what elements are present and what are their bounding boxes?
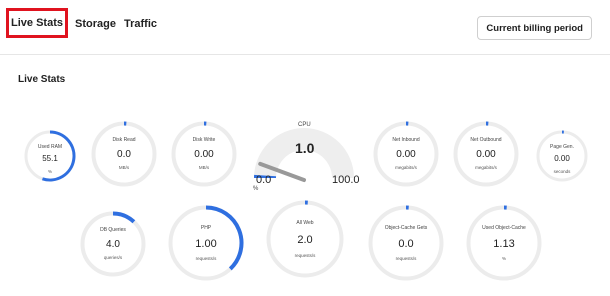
db-queries-arc bbox=[112, 211, 136, 224]
php-unit: requests/s bbox=[195, 256, 217, 261]
disk-read-value: 0.0 bbox=[117, 149, 131, 160]
disk-write-label: Disk Write bbox=[192, 137, 216, 143]
used-ram-value: 55.1 bbox=[42, 154, 58, 163]
used-object-cache-value: 1.13 bbox=[493, 238, 515, 250]
used-ram-gauge: Used RAM 55.1 % bbox=[24, 130, 76, 182]
tab-bar: Live Stats Storage Traffic Current billi… bbox=[0, 0, 610, 55]
php-value: 1.00 bbox=[195, 238, 217, 250]
php-label: PHP bbox=[200, 225, 212, 231]
cpu-unit: % bbox=[253, 186, 259, 192]
disk-write-unit: MB/s bbox=[198, 165, 210, 170]
object-cache-gets-value: 0.0 bbox=[398, 238, 414, 250]
used-object-cache-label: Used Object-Cache bbox=[482, 225, 526, 231]
all-web-label: All Web bbox=[296, 220, 314, 226]
net-outbound-value: 0.00 bbox=[476, 149, 496, 160]
object-cache-gets-gauge: Object-Cache Gets 0.0 requests/s bbox=[368, 205, 444, 281]
tab-storage[interactable]: Storage bbox=[75, 18, 116, 30]
all-web-value: 2.0 bbox=[297, 234, 313, 246]
all-web-unit: requests/s bbox=[294, 253, 316, 258]
used-ram-unit: % bbox=[47, 169, 52, 174]
cpu-label: CPU bbox=[298, 122, 311, 128]
page-gen-label: Page Gen. bbox=[550, 144, 574, 150]
net-inbound-value: 0.00 bbox=[396, 149, 416, 160]
disk-read-unit: MB/s bbox=[118, 165, 130, 170]
net-outbound-gauge: Net Outbound 0.00 megabits/s bbox=[453, 121, 519, 187]
tab-traffic[interactable]: Traffic bbox=[124, 18, 157, 30]
section-title: Live Stats bbox=[18, 74, 66, 85]
db-queries-label: DB Queries bbox=[100, 227, 126, 233]
net-inbound-unit: megabits/s bbox=[395, 165, 417, 170]
db-queries-gauge: DB Queries 4.0 queries/s bbox=[80, 211, 146, 277]
page-gen-value: 0.00 bbox=[554, 154, 570, 163]
net-outbound-label: Net Outbound bbox=[470, 137, 502, 143]
db-queries-value: 4.0 bbox=[106, 239, 120, 250]
php-gauge: PHP 1.00 requests/s bbox=[168, 205, 244, 281]
disk-write-value: 0.00 bbox=[194, 149, 214, 160]
all-web-gauge: All Web 2.0 requests/s bbox=[266, 200, 344, 278]
tab-live-stats[interactable]: Live Stats bbox=[6, 8, 68, 38]
disk-read-gauge: Disk Read 0.0 MB/s bbox=[91, 121, 157, 187]
disk-read-label: Disk Read bbox=[112, 137, 136, 143]
cpu-min-label: 0.0 bbox=[256, 174, 272, 186]
disk-write-gauge: Disk Write 0.00 MB/s bbox=[171, 121, 237, 187]
net-inbound-gauge: Net Inbound 0.00 megabits/s bbox=[373, 121, 439, 187]
page-gen-unit: seconds bbox=[553, 169, 571, 174]
net-outbound-unit: megabits/s bbox=[475, 165, 497, 170]
net-inbound-label: Net Inbound bbox=[392, 137, 420, 143]
used-object-cache-gauge: Used Object-Cache 1.13 % bbox=[466, 205, 542, 281]
current-billing-period-button[interactable]: Current billing period bbox=[477, 16, 592, 40]
object-cache-gets-unit: requests/s bbox=[395, 256, 417, 261]
used-ram-label: Used RAM bbox=[37, 144, 63, 150]
used-object-cache-unit: % bbox=[501, 256, 506, 261]
cpu-max-label: 100.0 bbox=[332, 174, 360, 186]
object-cache-gets-label: Object-Cache Gets bbox=[384, 225, 428, 231]
page-gen-gauge: Page Gen. 0.00 seconds bbox=[536, 130, 588, 182]
cpu-value: 1.0 bbox=[295, 140, 315, 156]
db-queries-unit: queries/s bbox=[103, 255, 123, 260]
